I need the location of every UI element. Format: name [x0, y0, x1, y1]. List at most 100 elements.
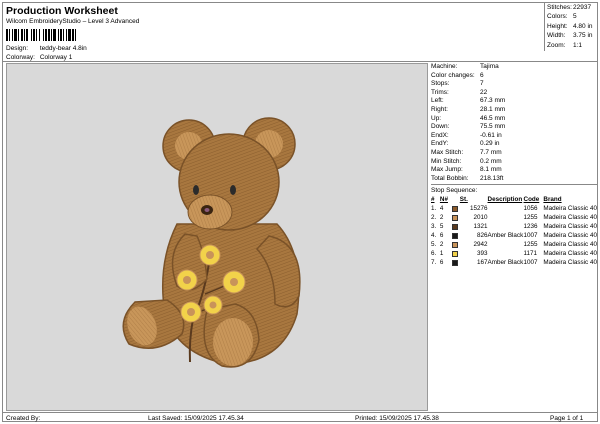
barcode	[6, 29, 131, 41]
info-row: Color changes: 6	[431, 72, 597, 81]
color-swatch-cell	[451, 258, 460, 267]
info-value: 28.1 mm	[480, 105, 506, 113]
stat-label: Stitches:	[547, 4, 572, 11]
info-label: Stops:	[431, 80, 450, 88]
page-title: Production Worksheet	[6, 5, 118, 17]
stat-label: Zoom:	[547, 41, 566, 49]
cell-brand: Madeira Classic 40	[543, 205, 597, 213]
colorway-row: Colorway: Colorway 1	[6, 54, 72, 61]
stat-value: 1:1	[573, 41, 583, 49]
info-label: Max Stitch:	[431, 148, 464, 156]
info-label: Color changes:	[431, 71, 475, 79]
printed-date: Printed: 15/09/2025 17.45.38	[355, 415, 439, 422]
page-number: Page 1 of 1	[550, 415, 584, 422]
cell-desc: Amber Black	[487, 232, 524, 240]
cell-n: 6	[439, 259, 444, 267]
stat-row: Stitches: 22937	[545, 3, 599, 12]
worksheet-page: Production Worksheet Wilcom EmbroiderySt…	[2, 2, 598, 422]
cell-st: 826	[477, 232, 488, 240]
info-row: Max Jump: 8.1 mm	[431, 166, 597, 175]
table-row: 7. 6 167 Amber Black 1007 Madeira Classic 40	[431, 258, 597, 267]
color-swatch	[451, 241, 458, 248]
info-label: Max Jump:	[431, 166, 463, 174]
cell-code: 1007	[523, 232, 538, 240]
info-row: Up: 46.5 mm	[431, 115, 597, 124]
cell-st: 2942	[473, 241, 488, 249]
stat-row: Width: 3.75 in	[545, 31, 599, 40]
cell-n: 4	[439, 205, 444, 213]
cell-brand: Madeira Classic 40	[543, 223, 597, 231]
info-value: 22	[480, 88, 488, 96]
info-value: 67.3 mm	[480, 97, 506, 105]
info-row: Trims: 22	[431, 89, 597, 98]
cell-desc	[488, 204, 524, 213]
info-divider	[431, 184, 597, 186]
info-row: Left: 67.3 mm	[431, 97, 597, 106]
stat-row: Zoom: 1:1	[545, 41, 599, 50]
column-header: #	[431, 196, 435, 204]
table-row: 6. 1 393 1171 Madeira Classic 40	[431, 249, 597, 258]
info-label: EndY:	[431, 140, 449, 148]
stat-value: 22937	[573, 4, 592, 11]
info-label: Left:	[431, 97, 444, 105]
cell-code: 1255	[523, 214, 538, 222]
flower	[203, 295, 223, 315]
cell-brand: Madeira Classic 40	[543, 250, 597, 258]
flower	[222, 270, 246, 294]
stop-sequence-table: # N# St. Description Code Brand 1. 4 15276 1056 Ma…	[431, 195, 597, 267]
info-value: 0.29 in	[480, 140, 500, 148]
created-by: Created By:	[6, 415, 41, 422]
info-row: Stops: 7	[431, 80, 597, 89]
right-eye	[230, 185, 236, 195]
info-value: 8.1 mm	[480, 166, 502, 174]
color-swatch-cell	[451, 222, 460, 231]
cell-idx: 5.	[431, 241, 437, 249]
info-row: Min Stitch: 0.2 mm	[431, 158, 597, 167]
column-header: St.	[459, 196, 468, 204]
cell-st: 1321	[473, 223, 488, 231]
cell-idx: 3.	[431, 223, 437, 231]
info-value: 7.7 mm	[480, 148, 502, 156]
cell-idx: 2.	[431, 214, 437, 222]
info-row: Right: 28.1 mm	[431, 106, 597, 115]
cell-n: 5	[439, 223, 444, 231]
cell-n: 2	[439, 214, 444, 222]
stats-box: Stitches: 22937 Colors: 5 Height: 4.80 in W…	[544, 3, 599, 51]
cell-brand: Madeira Classic 40	[543, 232, 597, 240]
cell-n: 2	[439, 241, 444, 249]
header-divider	[3, 61, 597, 62]
cell-st: 167	[477, 259, 488, 267]
cell-code: 1056	[523, 205, 538, 213]
cell-desc	[488, 249, 524, 258]
cell-brand: Madeira Classic 40	[543, 214, 597, 222]
info-label: EndX:	[431, 131, 449, 139]
info-row: EndX: -0.61 in	[431, 132, 597, 141]
cell-code: 1255	[523, 241, 538, 249]
info-value: 46.5 mm	[480, 114, 506, 122]
info-value: 6	[480, 71, 484, 79]
stat-value: 5	[573, 13, 577, 21]
column-header: N#	[439, 196, 448, 204]
info-row: Total Bobbin: 218.13ft	[431, 175, 597, 184]
stat-label: Colors:	[547, 13, 568, 21]
color-swatch	[451, 205, 458, 212]
stat-label: Height:	[547, 22, 568, 30]
cell-idx: 7.	[431, 259, 437, 267]
cell-desc	[488, 213, 524, 222]
info-row: EndY: 0.29 in	[431, 140, 597, 149]
cell-desc: Amber Black	[487, 259, 524, 267]
design-value: teddy-bear 4.8in	[39, 45, 87, 52]
design-row: Design: teddy-bear 4.8in	[6, 45, 87, 52]
color-swatch-cell	[451, 204, 460, 213]
color-swatch-cell	[451, 249, 460, 258]
column-header	[452, 195, 460, 204]
cell-code: 1007	[523, 259, 538, 267]
stat-value: 3.75 in	[573, 32, 593, 40]
footer: Created By: Last Saved: 15/09/2025 17.45…	[3, 412, 597, 422]
cell-code: 1171	[523, 250, 538, 258]
colorway-label: Colorway:	[6, 54, 35, 61]
cell-idx: 4.	[431, 232, 437, 240]
info-row: Machine: Tajima	[431, 63, 597, 72]
column-header: Brand	[543, 196, 562, 204]
column-header: Description	[487, 196, 523, 204]
